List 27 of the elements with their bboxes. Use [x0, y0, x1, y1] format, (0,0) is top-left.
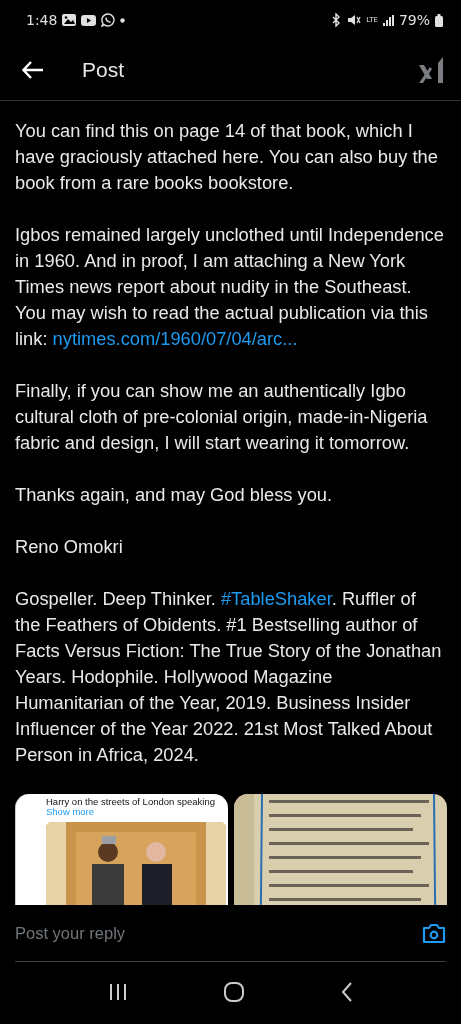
link[interactable]: #TableShaker [220, 588, 332, 609]
post-screenshot[interactable]: Harry on the streets of London speaking Show more [15, 794, 228, 905]
back-icon[interactable] [340, 982, 353, 1002]
recent-apps-icon[interactable] [108, 983, 129, 1001]
battery-percentage: 79% [398, 12, 430, 28]
post-paragraph: Gospeller. Deep Thinker. #TableShaker. Ruffler of the Feathers of Obidents. #1 Bestselling author of Facts Versus Fiction: The True Story of the Jonathan Years. Hodophile. Hollywood Magazine Humanitarian of the Year, 2019. Business Insider Influencer of the Year 2022. 21st Most Talked About Person in Africa, 2024. [15, 587, 443, 767]
camera-icon[interactable] [422, 922, 446, 944]
back-arrow-icon[interactable] [22, 61, 44, 79]
gallery-icon [62, 14, 77, 26]
post-paragraph: Igbos remained largely unclothed until Independence in 1960. And in proof, I am attaching a New York Times news report about nudity in the Southeast. You may wish to read the actual publication via this link: nytimes.com/1960/07/04/arc... [15, 223, 445, 351]
post-paragraph: Reno Omokri [15, 535, 124, 559]
post-paragraph: You can find this on page 14 of that book, which I have graciously attached here. You can also buy the book from a rare books bookstore. [15, 119, 439, 195]
slash-logo-icon[interactable] [419, 57, 443, 83]
link[interactable]: nytimes.com/1960/07/04/arc... [52, 328, 298, 349]
video-icon [81, 14, 97, 26]
signal-icon [382, 14, 394, 26]
clock: 1:48 [26, 12, 58, 28]
home-icon[interactable] [224, 982, 245, 1002]
battery-icon [435, 13, 443, 27]
post-text: Harry on the streets of London speaking Show more [46, 797, 216, 817]
chat-icon [101, 13, 116, 27]
post-paragraph: Finally, if you can show me an authentically Igbo cultural cloth of pre-colonial origin, made-in-Nigeria fabric and design, I will start wearing it tomorrow. [15, 379, 429, 455]
dot-icon [120, 17, 126, 23]
page-title: Post [82, 58, 125, 82]
reply-field[interactable]: Post your reply [15, 923, 422, 943]
mute-icon [347, 14, 362, 26]
post-paragraph: Thanks again, and may God bless you. [15, 483, 334, 507]
